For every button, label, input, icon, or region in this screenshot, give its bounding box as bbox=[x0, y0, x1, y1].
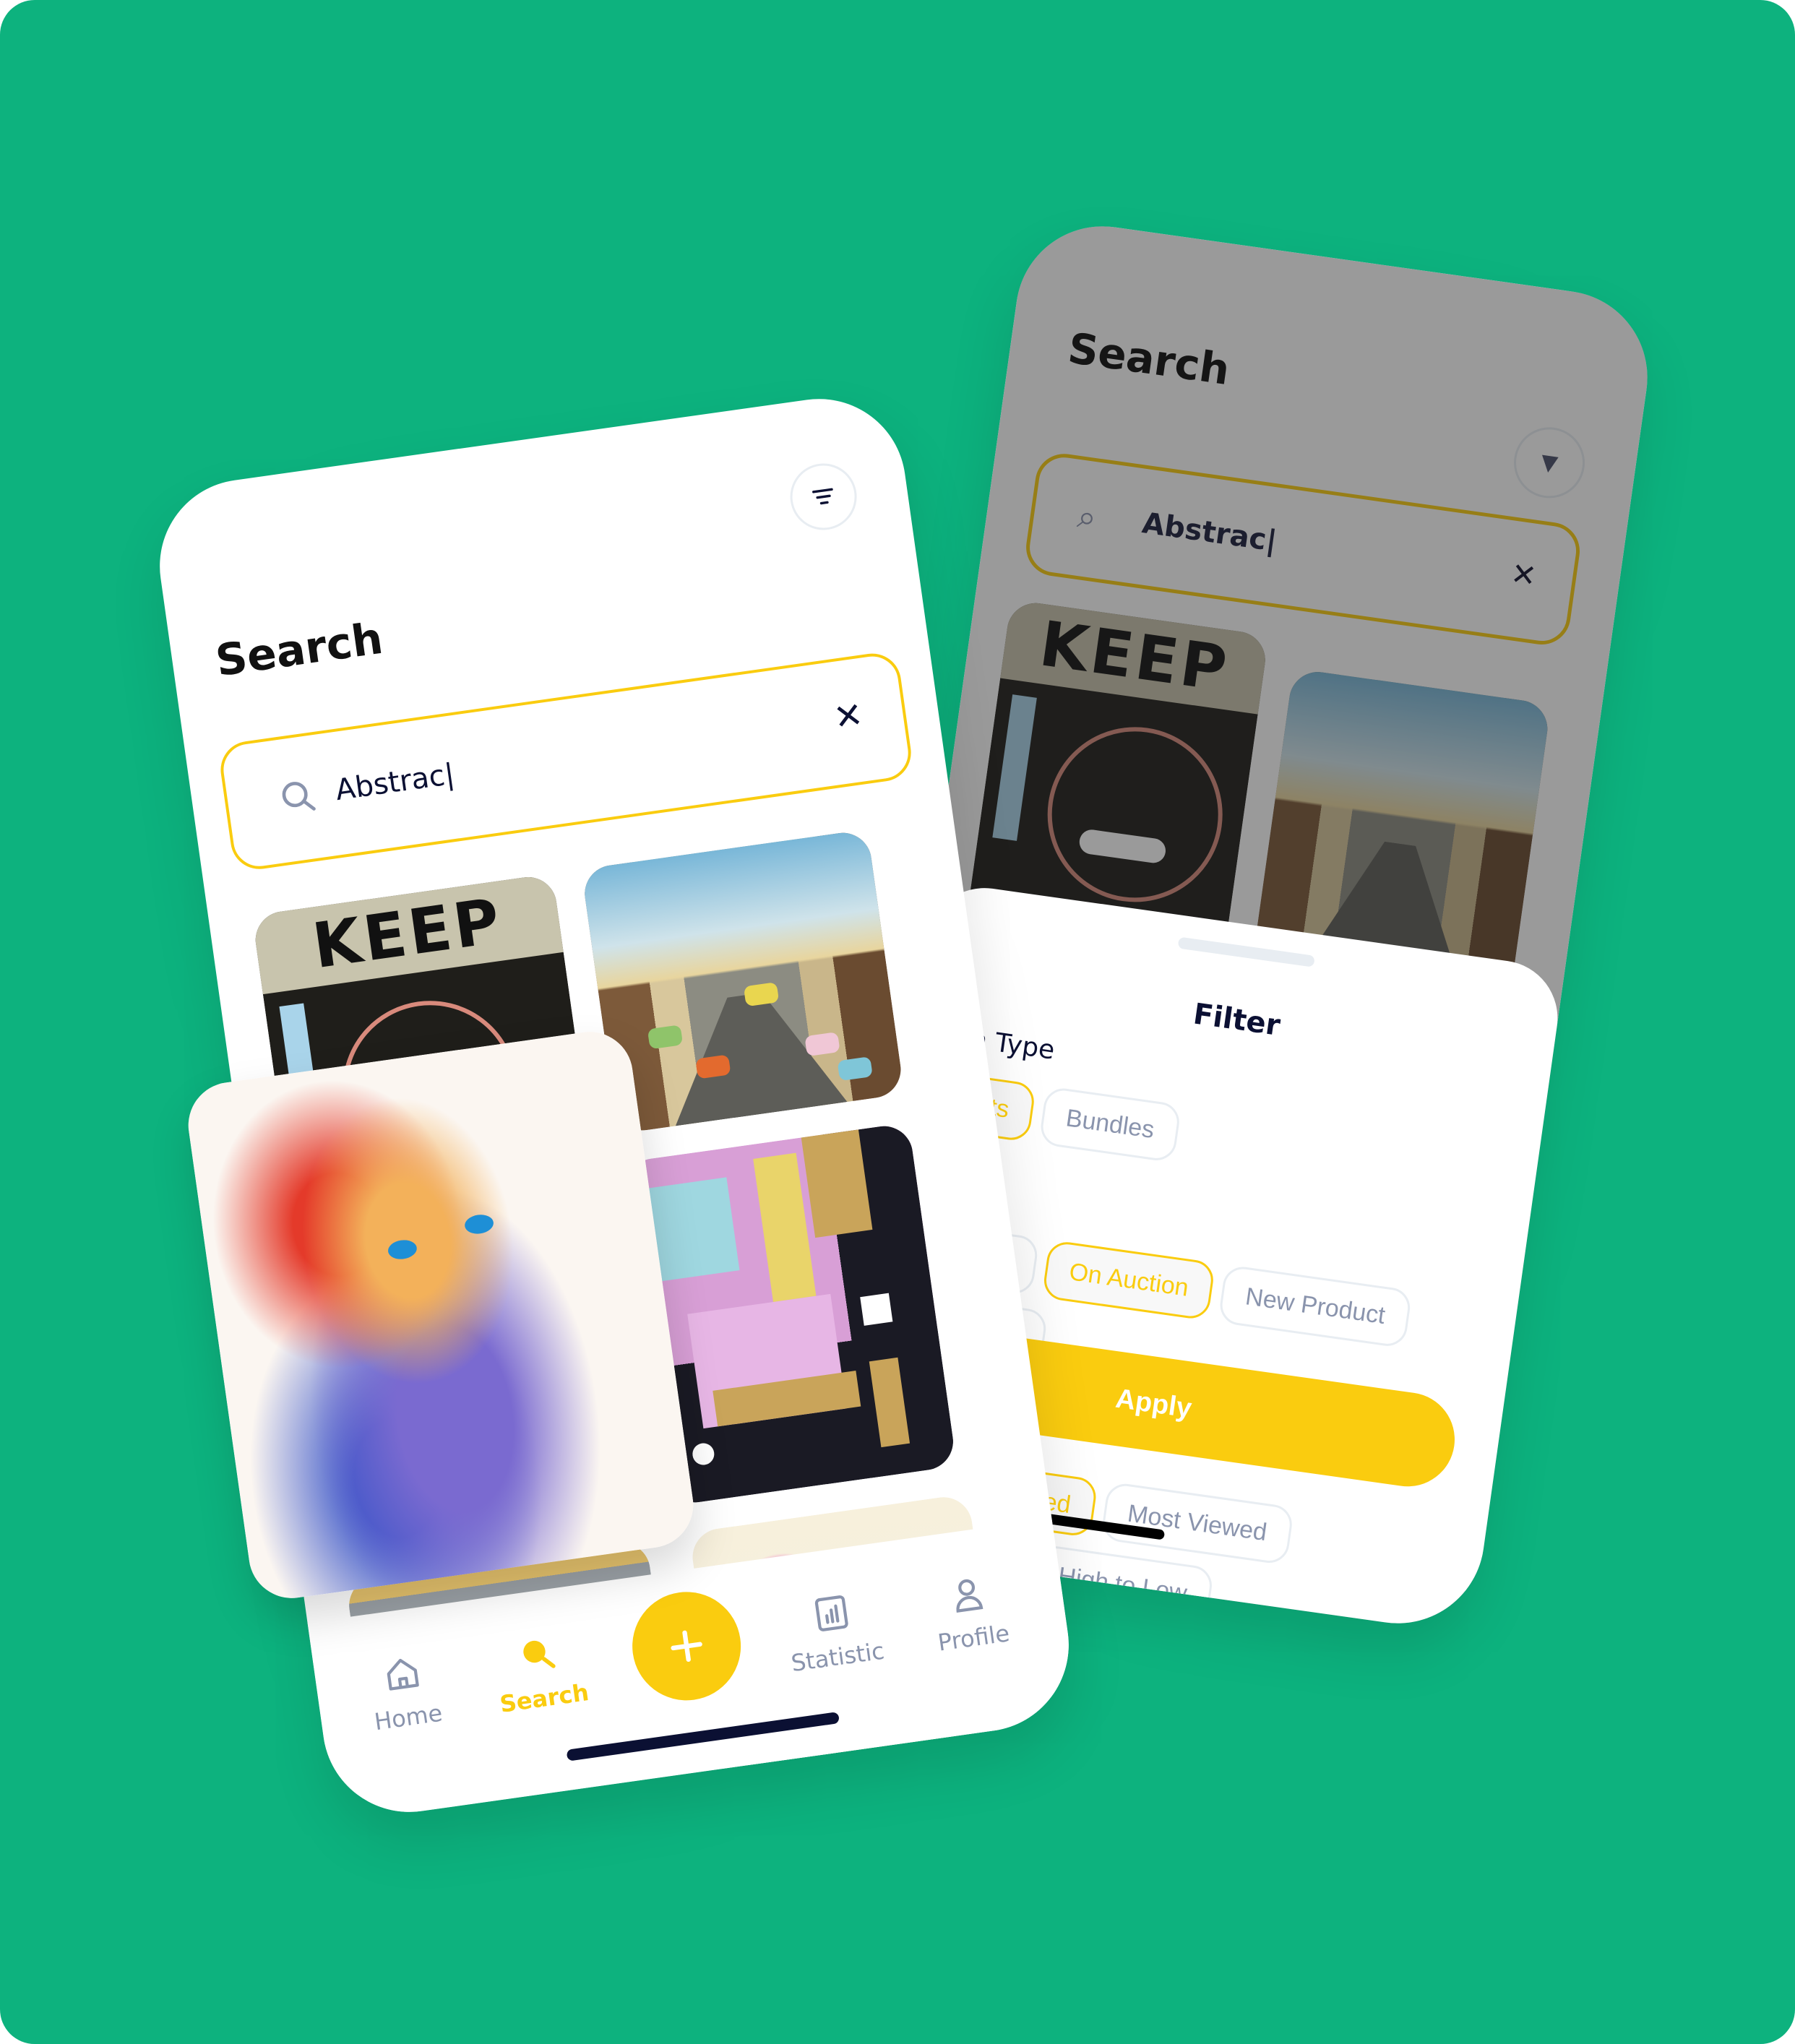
nav-label: Statistic bbox=[789, 1637, 887, 1678]
plus-icon bbox=[671, 1630, 702, 1663]
nav-profile[interactable]: Profile bbox=[908, 1566, 1033, 1660]
home-indicator bbox=[566, 1712, 840, 1761]
nav-label: Home bbox=[372, 1699, 444, 1736]
sheet-title: Filter bbox=[1191, 997, 1283, 1043]
clear-search-icon[interactable]: ✕ bbox=[831, 694, 866, 738]
cat-eye bbox=[387, 1238, 418, 1262]
nav-home[interactable]: Home bbox=[342, 1646, 467, 1739]
search-value[interactable]: Abstrac| bbox=[333, 724, 696, 808]
page-title: Search bbox=[212, 613, 387, 687]
filter-button[interactable] bbox=[785, 459, 861, 535]
filter-lines-icon bbox=[812, 488, 833, 505]
poster-text: KEEP YOUR bbox=[251, 873, 564, 995]
cat-eye bbox=[463, 1212, 495, 1236]
bar-chart-icon bbox=[814, 1595, 848, 1631]
nav-label: Search bbox=[498, 1678, 591, 1718]
search-icon bbox=[523, 1640, 556, 1668]
chip-bundles[interactable]: Bundles bbox=[1038, 1085, 1182, 1163]
nav-statistic[interactable]: Statistic bbox=[772, 1585, 897, 1678]
home-icon bbox=[387, 1658, 419, 1691]
chip-on-auction[interactable]: On Auction bbox=[1041, 1239, 1216, 1321]
user-icon bbox=[956, 1579, 983, 1613]
add-button[interactable] bbox=[625, 1584, 748, 1708]
chip-new-product[interactable]: New Product bbox=[1218, 1264, 1413, 1349]
artwork-watercolor-cat[interactable] bbox=[182, 1026, 700, 1604]
chip-most-viewed[interactable]: Most Viewed bbox=[1100, 1481, 1295, 1566]
search-icon bbox=[282, 782, 316, 811]
nav-search[interactable]: Search bbox=[478, 1626, 603, 1720]
nav-label: Profile bbox=[936, 1619, 1012, 1657]
sheet-drag-handle[interactable] bbox=[1177, 936, 1315, 967]
